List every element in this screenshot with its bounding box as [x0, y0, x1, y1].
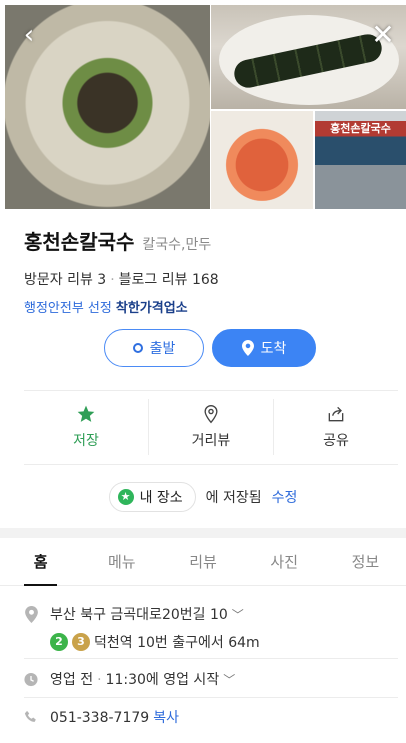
- arrive-button[interactable]: 도착: [212, 329, 316, 367]
- badge-prefix: 행정안전부 선정: [24, 301, 112, 316]
- divider: [24, 390, 398, 391]
- photo-storefront[interactable]: 홍천손칼국수: [315, 111, 406, 209]
- tab-bar: 홈 메뉴 리뷰 사진 정보: [0, 538, 406, 586]
- arrive-label: 도착: [260, 341, 287, 357]
- separator-dot: ·: [97, 672, 102, 688]
- place-name: 홍천손칼국수: [24, 230, 135, 254]
- my-place-label: 내 장소: [139, 490, 183, 506]
- phone-number[interactable]: 051-338-7179: [50, 710, 149, 726]
- street-view-button[interactable]: 거리뷰: [149, 399, 274, 455]
- edit-link[interactable]: 수정: [272, 487, 298, 507]
- tab-info[interactable]: 정보: [325, 538, 406, 585]
- subway-line-badge: 3: [72, 633, 90, 651]
- good-price-badge[interactable]: 행정안전부 선정 착한가격업소: [24, 297, 394, 316]
- title-row: 홍천손칼국수 칼국수,만두: [24, 226, 394, 255]
- tab-menu[interactable]: 메뉴: [81, 538, 162, 585]
- save-label: 저장: [73, 433, 99, 449]
- blog-reviews-link[interactable]: 블로그 리뷰 168: [119, 272, 219, 288]
- clock-icon: [24, 670, 38, 688]
- chevron-down-icon: ﹀: [223, 673, 236, 687]
- subway-text: 덕천역 10번 출구에서 64m: [94, 635, 260, 651]
- start-label: 출발: [149, 341, 176, 357]
- share-icon: [328, 406, 344, 422]
- share-label: 공유: [323, 433, 349, 449]
- street-view-label: 거리뷰: [191, 433, 231, 449]
- route-buttons: 출발 도착: [104, 329, 316, 367]
- phone-row: 051-338-7179 복사: [24, 707, 394, 727]
- badge-title: 착한가격업소: [115, 301, 188, 316]
- back-icon[interactable]: ‹: [16, 22, 42, 48]
- address-text: 부산 북구 금곡대로20번길 10: [50, 607, 228, 623]
- review-counts: 방문자 리뷰 3 · 블로그 리뷰 168: [24, 269, 394, 289]
- place-category: 칼국수,만두: [142, 237, 212, 253]
- divider: [24, 658, 398, 659]
- hours-status: 영업 전: [50, 672, 94, 688]
- separator-dot: ·: [110, 272, 115, 288]
- star-badge-icon: ★: [117, 489, 134, 505]
- my-place-chip[interactable]: ★ 내 장소: [108, 482, 196, 512]
- address-row: 부산 북구 금곡대로20번길 10 ﹀ 2 3 덕천역 10번 출구에서 64m: [24, 604, 394, 652]
- divider: [24, 697, 398, 698]
- address-toggle[interactable]: 부산 북구 금곡대로20번길 10 ﹀: [50, 604, 260, 624]
- save-button[interactable]: 저장: [24, 399, 149, 455]
- location-pin-icon: [241, 340, 254, 356]
- tab-home[interactable]: 홈: [0, 538, 81, 586]
- saved-status-row: ★ 내 장소 에 저장됨 수정: [0, 482, 406, 512]
- store-sign: 홍천손칼국수: [330, 122, 391, 135]
- subway-info: 2 3 덕천역 10번 출구에서 64m: [50, 632, 260, 652]
- photo-gallery[interactable]: 홍천손칼국수 ‹ ✕: [0, 0, 406, 209]
- place-summary: 홍천손칼국수 칼국수,만두 방문자 리뷰 3 · 블로그 리뷰 168 행정안전부 …: [24, 226, 394, 316]
- action-bar: 저장 거리뷰 공유: [24, 399, 398, 455]
- copy-button[interactable]: 복사: [153, 710, 179, 726]
- divider: [24, 464, 398, 465]
- photo-kimchi[interactable]: [211, 111, 313, 209]
- start-button[interactable]: 출발: [104, 329, 204, 367]
- visitor-reviews-link[interactable]: 방문자 리뷰 3: [24, 272, 106, 288]
- hours-detail: 11:30에 영업 시작: [105, 672, 220, 688]
- hours-row[interactable]: 영업 전 · 11:30에 영업 시작 ﹀: [24, 669, 394, 689]
- start-ring-icon: [132, 343, 143, 353]
- tab-photos[interactable]: 사진: [244, 538, 325, 585]
- star-icon: [77, 405, 95, 422]
- chevron-down-icon: ﹀: [231, 608, 244, 622]
- close-icon[interactable]: ✕: [370, 21, 396, 49]
- section-separator: [0, 528, 406, 538]
- pin-outline-icon: [204, 404, 218, 424]
- saved-text: 에 저장됨: [205, 490, 262, 506]
- subway-line-badge: 2: [50, 633, 68, 651]
- share-button[interactable]: 공유: [274, 399, 398, 455]
- phone-icon: [24, 708, 38, 726]
- tab-reviews[interactable]: 리뷰: [162, 538, 243, 585]
- location-pin-icon: [24, 605, 38, 623]
